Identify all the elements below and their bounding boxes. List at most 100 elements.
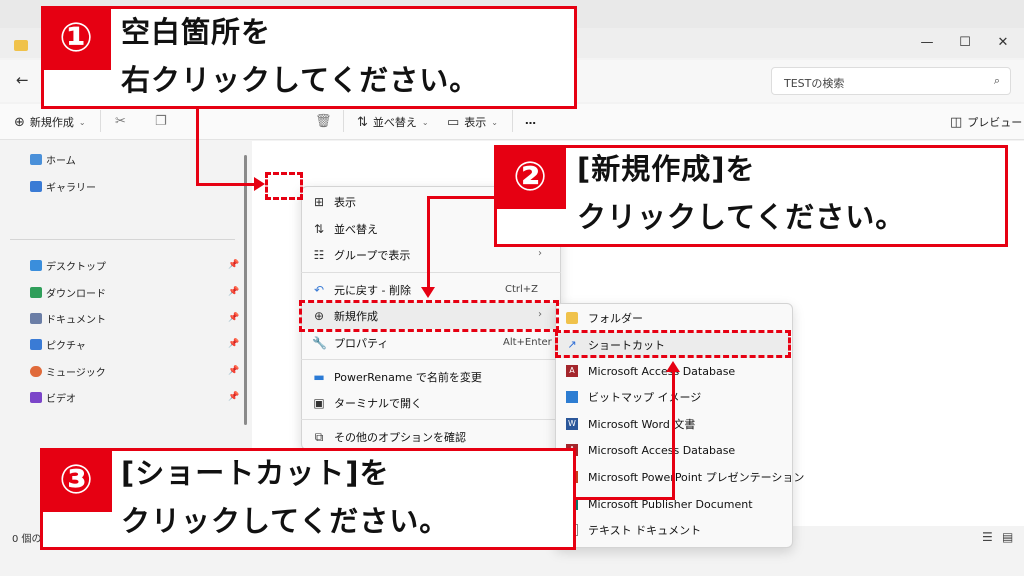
preview-button[interactable]: ◫ プレビュー (950, 114, 1022, 130)
terminal-icon: ▣ (313, 396, 325, 410)
trash-icon: 🗑 (315, 114, 332, 129)
folder-icon (566, 312, 578, 324)
pin-icon: 📌 (228, 392, 240, 402)
toolbar-divider (100, 110, 101, 132)
menu-item-sort[interactable]: ⇅ 並べ替え (312, 219, 378, 239)
menu-item-label: その他のオプションを確認 (334, 431, 466, 444)
wrench-icon: 🔧 (312, 336, 327, 350)
minimize-button[interactable]: — (912, 33, 942, 53)
connector-line-1 (196, 183, 256, 186)
submenu-item-label: ビットマップ イメージ (588, 391, 702, 404)
sidebar-item-home[interactable]: ホーム (30, 151, 76, 167)
menu-item-undo[interactable]: ↶ 元に戻す - 削除 (312, 280, 411, 300)
plus-circle-icon: ⊕ (14, 114, 25, 130)
undo-icon: ↶ (313, 283, 325, 297)
sidebar-item-gallery[interactable]: ギャラリー (30, 178, 96, 194)
menu-item-label: 表示 (334, 196, 356, 209)
more-options-button[interactable]: … (525, 114, 536, 127)
powerrename-icon: ▬ (313, 370, 325, 384)
copy-button[interactable]: ❐ (155, 114, 167, 129)
sidebar-item-label: ピクチャ (46, 340, 86, 352)
chevron-down-icon: ⌄ (78, 117, 86, 127)
view-button[interactable]: ▭ 表示 ⌄ (447, 114, 498, 130)
menu-item-label: 元に戻す - 削除 (334, 284, 411, 297)
chevron-down-icon: ⌄ (421, 117, 429, 127)
music-icon (30, 365, 42, 377)
sidebar-item-label: ギャラリー (46, 182, 96, 194)
back-arrow-icon[interactable]: ← (16, 71, 29, 89)
menu-item-view[interactable]: ⊞ 表示 (312, 192, 356, 212)
submenu-item-word[interactable]: W Microsoft Word 文書 (566, 414, 695, 434)
close-button[interactable]: ✕ (988, 33, 1018, 53)
details-view-icon[interactable]: ☰ (982, 530, 993, 544)
submenu-item-text[interactable]: テキスト ドキュメント (566, 520, 701, 540)
pin-icon: 📌 (228, 366, 240, 376)
submenu-item-bitmap[interactable]: ビットマップ イメージ (566, 387, 701, 407)
cut-button[interactable]: ✂ (115, 114, 126, 129)
new-button[interactable]: ⊕ 新規作成 ⌄ (14, 114, 86, 130)
new-button-label: 新規作成 (29, 116, 74, 129)
menu-item-terminal[interactable]: ▣ ターミナルで開く (312, 393, 422, 413)
chevron-right-icon: › (538, 248, 542, 259)
picture-icon (30, 338, 42, 350)
sidebar-item-pictures[interactable]: ピクチャ (30, 336, 86, 352)
sidebar-item-desktop[interactable]: デスクトップ (30, 257, 106, 273)
arrowhead-1 (254, 177, 265, 191)
search-icon: ⌕ (993, 74, 1000, 87)
sidebar-item-videos[interactable]: ビデオ (30, 389, 76, 405)
scissors-icon: ✂ (115, 114, 126, 129)
word-icon: W (566, 418, 578, 430)
download-icon (30, 286, 42, 298)
sidebar-item-music[interactable]: ミュージック (30, 363, 106, 379)
menu-item-label: ターミナルで開く (334, 397, 422, 410)
pin-icon: 📌 (228, 313, 240, 323)
menu-item-label: PowerRename で名前を変更 (334, 371, 482, 384)
menu-item-label: 並べ替え (334, 223, 378, 236)
sidebar-item-label: ドキュメント (46, 314, 106, 326)
submenu-item-access[interactable]: A Microsoft Access Database (566, 361, 735, 381)
arrowhead-3 (666, 361, 680, 372)
group-icon: ☷ (313, 248, 325, 262)
document-icon (30, 312, 42, 324)
view-button-label: 表示 (464, 116, 487, 129)
undo-shortcut: Ctrl+Z (505, 284, 539, 295)
sort-button[interactable]: ⇅ 並べ替え ⌄ (357, 114, 429, 130)
new-menu-highlight (299, 300, 559, 332)
arrowhead-2 (421, 287, 435, 298)
maximize-button[interactable]: ☐ (950, 33, 980, 53)
submenu-item-label: Microsoft Access Database (588, 443, 736, 457)
submenu-item-access-2[interactable]: A Microsoft Access Database (566, 440, 735, 460)
sidebar-item-downloads[interactable]: ダウンロード (30, 284, 106, 300)
gallery-icon (30, 180, 42, 192)
sidebar-item-label: ビデオ (46, 393, 76, 405)
menu-separator (301, 272, 561, 273)
step1-line1: 空白箇所を (121, 15, 272, 49)
pin-icon: 📌 (228, 287, 240, 297)
menu-item-label: プロパティ (334, 337, 389, 350)
submenu-item-folder[interactable]: フォルダー (566, 308, 643, 328)
menu-separator (301, 359, 561, 360)
step3-line1: [ショートカット]を (121, 456, 390, 490)
tiles-view-icon[interactable]: ▤ (1002, 530, 1013, 544)
connector-line-3 (576, 497, 675, 500)
copy-icon: ❐ (155, 114, 167, 129)
step2-badge: ② (494, 145, 566, 209)
sidebar-scrollbar[interactable] (244, 155, 247, 425)
menu-item-group[interactable]: ☷ グループで表示 (312, 245, 411, 265)
access-icon: A (566, 365, 578, 377)
search-input[interactable]: TESTの検索 ⌕ (771, 67, 1011, 95)
submenu-item-label: Microsoft Access Database (588, 364, 736, 378)
menu-item-more-options[interactable]: ⧉ その他のオプションを確認 (312, 427, 466, 447)
menu-item-label: グループで表示 (334, 249, 411, 262)
menu-item-properties[interactable]: 🔧 プロパティ (312, 333, 388, 353)
sidebar-item-documents[interactable]: ドキュメント (30, 310, 106, 326)
submenu-item-powerpoint[interactable]: P Microsoft PowerPoint プレゼンテーション (566, 467, 804, 487)
search-placeholder: TESTの検索 (784, 77, 845, 90)
video-icon (30, 391, 42, 403)
submenu-item-label: テキスト ドキュメント (588, 524, 702, 537)
sort-button-label: 並べ替え (372, 116, 417, 129)
menu-item-powerrename[interactable]: ▬ PowerRename で名前を変更 (312, 367, 482, 387)
delete-button[interactable]: 🗑 (315, 114, 332, 129)
preview-button-label: プレビュー (967, 116, 1023, 129)
sidebar-item-label: デスクトップ (46, 261, 106, 273)
